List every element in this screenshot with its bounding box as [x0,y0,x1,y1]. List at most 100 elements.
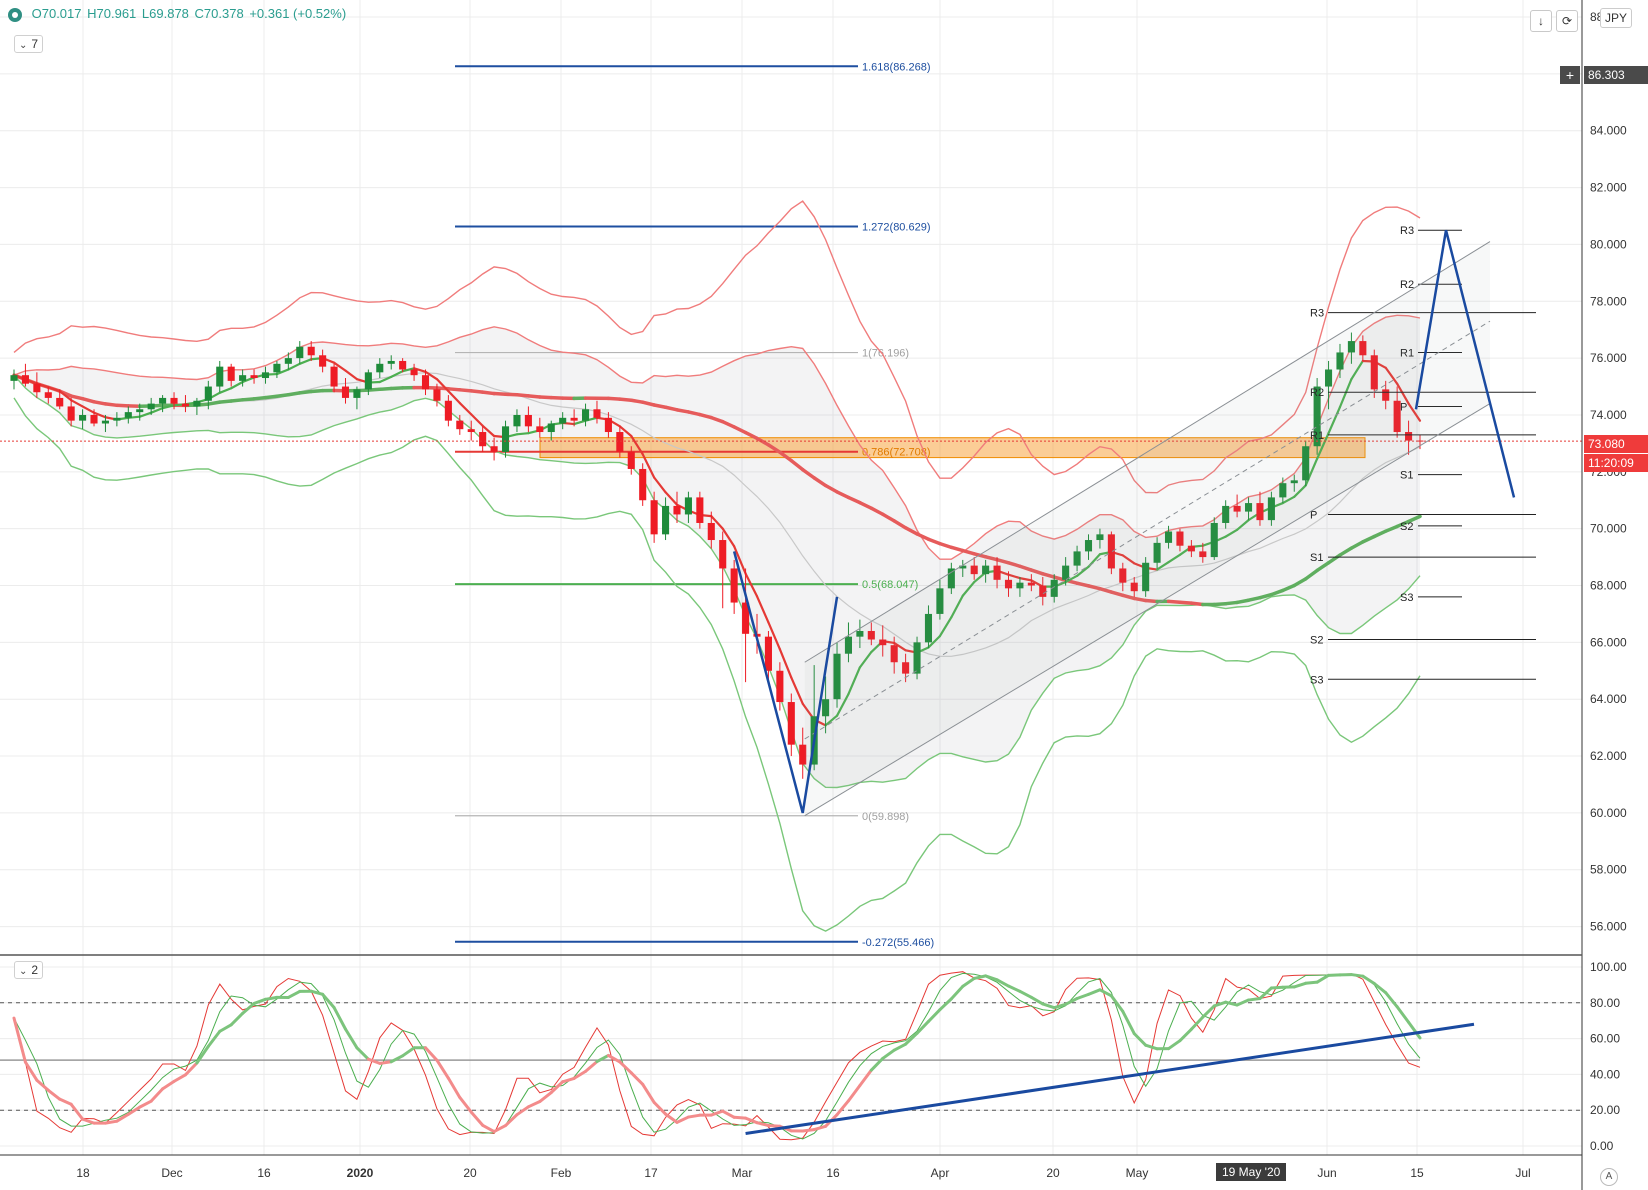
auto-scale-button[interactable]: A [1600,1168,1618,1186]
osc-smooth-segment [12,1016,27,1064]
last-price-tag: 73.080 [1584,435,1648,453]
short-ma-segment [515,432,530,436]
pivot-label: S1 [1400,470,1413,482]
osc-smooth-segment [892,1042,908,1052]
osc-smooth-segment [1075,992,1091,1001]
price-tick-label: 66.000 [1590,635,1627,649]
candle-body [56,397,64,407]
osc-smooth-segment [138,1099,153,1109]
candle-body [124,412,132,418]
candle-body [204,386,212,401]
osc-smooth-segment [926,1008,942,1023]
chart-canvas[interactable]: 1.618(86.268) 1.272(80.629) 1(76.196) 0.786… [0,0,1648,1190]
price-tick-label: 68.000 [1590,579,1627,593]
time-tick-label: 20 [1046,1166,1060,1180]
time-tick-label: 18 [76,1166,90,1180]
osc-smooth-segment [1087,988,1102,996]
osc-smooth-segment [515,1105,530,1117]
candle-body [79,414,87,421]
osc-smooth-segment [1006,984,1022,993]
candle-body [582,409,590,421]
osc-smooth-segment [1052,1002,1068,1010]
candle-body [376,363,384,373]
osc-smooth-segment [949,984,965,1001]
osc-smooth-segment [378,1060,393,1065]
ohlc-low: L69.878 [141,6,189,21]
oscillator-pane [0,971,1582,1141]
symbol-dot-icon [8,7,22,22]
osc-smooth-segment [218,1023,233,1033]
osc-smooth-segment [1018,989,1033,999]
osc-smooth-segment [469,1110,485,1127]
osc-smooth-segment [846,1083,862,1103]
currency-label[interactable]: JPY [1600,8,1633,28]
osc-smooth-segment [881,1048,896,1060]
time-tick-label: Dec [161,1166,182,1180]
candle-body [467,429,475,433]
main-indicators-count: 7 [31,37,39,51]
price-tick-label: 70.000 [1590,522,1627,536]
candle-body [479,432,487,447]
time-tick-label: 15 [1410,1166,1424,1180]
candle-body [90,414,98,424]
osc-smooth-segment [538,1091,553,1104]
osc-smooth-segment [355,1046,370,1061]
price-tick-label: 60.000 [1590,806,1627,820]
candle-body [776,670,784,703]
osc-smooth-segment [526,1100,542,1109]
candle-body [261,372,270,379]
candle-body [101,420,109,424]
time-tick-label: Apr [931,1166,950,1180]
auto-scale-icon[interactable]: ⟳ [1556,10,1578,32]
osc-smooth-segment [732,1115,748,1120]
osc-smooth-segment [241,1001,256,1015]
osc-smooth-segment [424,1046,439,1062]
candle-body [273,363,281,373]
candle-body [250,375,258,379]
candle-body [559,417,567,424]
osc-smooth-segment [1041,1002,1056,1010]
candle-body [170,397,178,404]
candle-body [181,403,190,407]
download-icon[interactable]: ↓ [1530,10,1552,32]
plus-icon[interactable]: + [1560,66,1580,84]
candle-body [421,375,430,390]
pivot-label: S2 [1310,635,1323,647]
candle-body [319,355,327,367]
osc-smooth-segment [286,989,302,999]
time-tick-label: 20 [463,1166,477,1180]
main-indicators-toggle[interactable]: ⌄ 7 [14,35,44,53]
candle-body [501,426,510,452]
candle-body [147,403,155,410]
ohlc-high: H70.961 [87,6,137,21]
pivot-label: S3 [1400,592,1413,604]
osc-tick-label: 100.00 [1590,960,1627,974]
candle-body [662,505,670,535]
time-tick-label: Feb [551,1166,572,1180]
price-tick-label: 58.000 [1590,863,1627,877]
candle-body [284,358,292,364]
candle-body [593,409,601,418]
osc-tick-label: 80.00 [1590,996,1620,1010]
osc-tick-label: 20.00 [1590,1103,1620,1117]
osc-smooth-segment [435,1058,450,1080]
candle-body [524,414,532,427]
osc-smooth-segment [81,1117,96,1125]
candle-body [536,426,544,433]
osc-smooth-segment [835,1099,850,1117]
osc-smooth-segment [1132,1032,1148,1047]
long-ma-segment [949,545,965,553]
osc-smooth-segment [606,1053,622,1064]
price-tick-label: 76.000 [1590,351,1627,365]
candle-body [399,360,407,370]
candle-body [627,451,635,469]
candle-body [136,409,144,413]
candle-body [696,497,704,523]
osc-indicators-toggle[interactable]: ⌄ 2 [14,961,44,979]
osc-smooth-segment [103,1119,119,1125]
osc-smooth-segment [446,1076,462,1099]
osc-smooth-segment [46,1088,62,1101]
candle-body [113,417,121,421]
fib-label: 1.618(86.268) [862,61,931,73]
fib-label: 0.5(68.047) [862,579,918,591]
